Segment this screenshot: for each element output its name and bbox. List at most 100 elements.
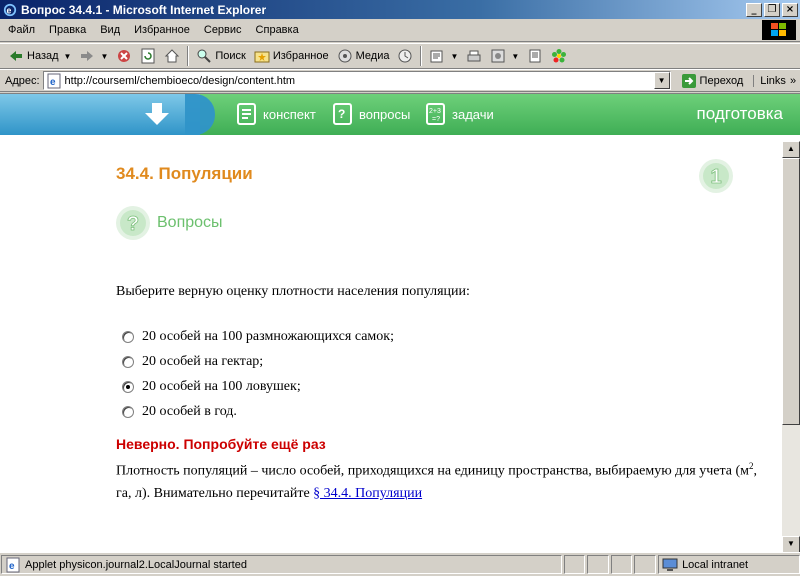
document-icon xyxy=(529,49,541,63)
search-label: Поиск xyxy=(215,50,246,62)
forward-button[interactable]: ▼ xyxy=(75,45,112,67)
search-icon xyxy=(197,49,212,63)
windows-logo-icon xyxy=(762,20,796,40)
nav-konspekt-label: конспект xyxy=(263,106,316,122)
history-button[interactable] xyxy=(393,45,417,67)
close-button[interactable]: × xyxy=(782,2,798,17)
page-status-icon: e xyxy=(6,557,20,572)
answer-label[interactable]: 20 особей на 100 ловушек; xyxy=(142,379,301,395)
down-arrow-icon[interactable] xyxy=(142,101,172,127)
answer-option[interactable]: 20 особей на 100 ловушек; xyxy=(122,374,394,399)
address-input[interactable]: e http://courseml/chembioeco/design/cont… xyxy=(42,71,671,90)
zone-label: Local intranet xyxy=(682,558,749,571)
answer-option[interactable]: 20 особей на 100 размножающихся самок; xyxy=(122,324,394,349)
page-number: 1 xyxy=(710,166,721,188)
radio-button-selected[interactable] xyxy=(122,380,134,393)
status-cell xyxy=(563,555,586,574)
svg-text:e: e xyxy=(7,5,12,15)
answer-option[interactable]: 20 особей в год. xyxy=(122,399,394,424)
refresh-button[interactable] xyxy=(136,45,160,67)
mail-icon xyxy=(430,50,443,63)
go-button[interactable]: Переход xyxy=(677,73,748,89)
toolbar-separator xyxy=(420,46,423,66)
print-button[interactable] xyxy=(462,45,486,67)
stop-icon xyxy=(118,50,131,62)
nav-zadachi-label: задачи xyxy=(452,106,494,122)
security-zone: Local intranet xyxy=(658,555,800,574)
answer-options: 20 особей на 100 размножающихся самок; 2… xyxy=(122,324,394,424)
answer-option[interactable]: 20 особей на гектар; xyxy=(122,349,394,374)
chevron-down-icon[interactable]: ▼ xyxy=(450,52,458,61)
nav-konspekt[interactable]: конспект xyxy=(235,102,316,126)
nav-voprosy[interactable]: ? вопросы xyxy=(331,102,410,126)
vertical-scrollbar[interactable]: ▲ ▼ xyxy=(782,141,800,552)
minimize-button[interactable]: _ xyxy=(746,2,762,17)
back-label: Назад xyxy=(27,50,59,62)
title-bar: e Вопрос 34.4.1 - Microsoft Internet Exp… xyxy=(0,0,800,19)
icq-button[interactable] xyxy=(547,45,571,67)
favorites-button[interactable]: Избранное xyxy=(250,45,333,67)
address-url[interactable]: http://courseml/chembioeco/design/conten… xyxy=(65,75,296,87)
svg-text:2+3: 2+3 xyxy=(429,108,441,115)
menu-view[interactable]: Вид xyxy=(93,24,127,36)
svg-text:e: e xyxy=(50,77,56,88)
home-button[interactable] xyxy=(160,45,184,67)
radio-button[interactable] xyxy=(122,405,134,418)
menu-file[interactable]: Файл xyxy=(0,24,42,36)
toolbar-separator xyxy=(187,46,190,66)
status-message: Applet physicon.journal2.LocalJournal st… xyxy=(25,558,247,571)
media-icon xyxy=(338,49,352,63)
chevron-down-icon[interactable]: ▼ xyxy=(64,52,72,61)
svg-text:=?: =? xyxy=(432,116,440,123)
radio-button[interactable] xyxy=(122,355,134,368)
address-bar: Адрес: e http://courseml/chembioeco/desi… xyxy=(0,69,800,92)
media-button[interactable]: Медиа xyxy=(333,45,394,67)
page-number-badge: 1 xyxy=(699,159,733,193)
scroll-up-button[interactable]: ▲ xyxy=(782,141,800,158)
toolbar: Назад ▼ ▼ Поиск Избранное Медиа ▼ ▼ xyxy=(0,43,800,69)
svg-text:e: e xyxy=(9,561,15,572)
forward-arrow-icon xyxy=(81,51,94,61)
refresh-icon xyxy=(141,48,155,64)
nav-zadachi[interactable]: 2+3 =? задачи xyxy=(424,102,494,126)
discuss-button[interactable] xyxy=(523,45,547,67)
feedback-text-part1: Плотность популяций – число особей, прих… xyxy=(116,463,749,479)
edit-page-icon xyxy=(491,49,505,63)
chevron-down-icon[interactable]: ▼ xyxy=(511,52,519,61)
site-header: конспект ? вопросы 2+3 =? задачи подгото… xyxy=(0,94,800,135)
mail-button[interactable]: ▼ xyxy=(425,45,462,67)
page-ie-icon: e xyxy=(47,73,61,88)
back-button[interactable]: Назад ▼ xyxy=(4,45,75,67)
feedback-link[interactable]: § 34.4. Популяции xyxy=(313,486,422,501)
menu-tools[interactable]: Сервис xyxy=(197,24,249,36)
status-cell xyxy=(587,555,609,574)
printer-icon xyxy=(467,50,481,62)
answer-label[interactable]: 20 особей в год. xyxy=(142,404,237,420)
question-text: Выберите верную оценку плотности населен… xyxy=(116,284,470,299)
chevron-down-icon[interactable]: ▼ xyxy=(653,72,670,89)
menu-favorites[interactable]: Избранное xyxy=(127,24,197,36)
chevron-right-icon: » xyxy=(789,74,797,87)
scroll-down-button[interactable]: ▼ xyxy=(782,536,800,552)
menu-help[interactable]: Справка xyxy=(249,24,306,36)
search-button[interactable]: Поиск xyxy=(192,45,249,67)
radio-button[interactable] xyxy=(122,330,134,343)
scroll-thumb[interactable] xyxy=(782,158,800,425)
question-icon: ? xyxy=(116,206,150,240)
svg-text:?: ? xyxy=(338,107,345,121)
favorites-label: Избранное xyxy=(272,50,329,62)
history-icon xyxy=(398,49,412,63)
flower-icon xyxy=(552,49,567,63)
stop-button[interactable] xyxy=(112,45,136,67)
maximize-button[interactable]: ❐ xyxy=(764,2,780,17)
edit-button[interactable]: ▼ xyxy=(486,45,523,67)
menu-edit[interactable]: Правка xyxy=(42,24,93,36)
nav-podgotovka[interactable]: подготовка xyxy=(697,104,783,124)
question-list-icon: ? xyxy=(333,103,352,125)
answer-label[interactable]: 20 особей на гектар; xyxy=(142,354,263,370)
status-cell xyxy=(610,555,633,574)
chevron-down-icon[interactable]: ▼ xyxy=(100,52,108,61)
answer-label[interactable]: 20 особей на 100 размножающихся самок; xyxy=(142,329,394,345)
links-button[interactable]: Links » xyxy=(753,74,797,87)
questions-heading: Вопросы xyxy=(157,214,223,231)
